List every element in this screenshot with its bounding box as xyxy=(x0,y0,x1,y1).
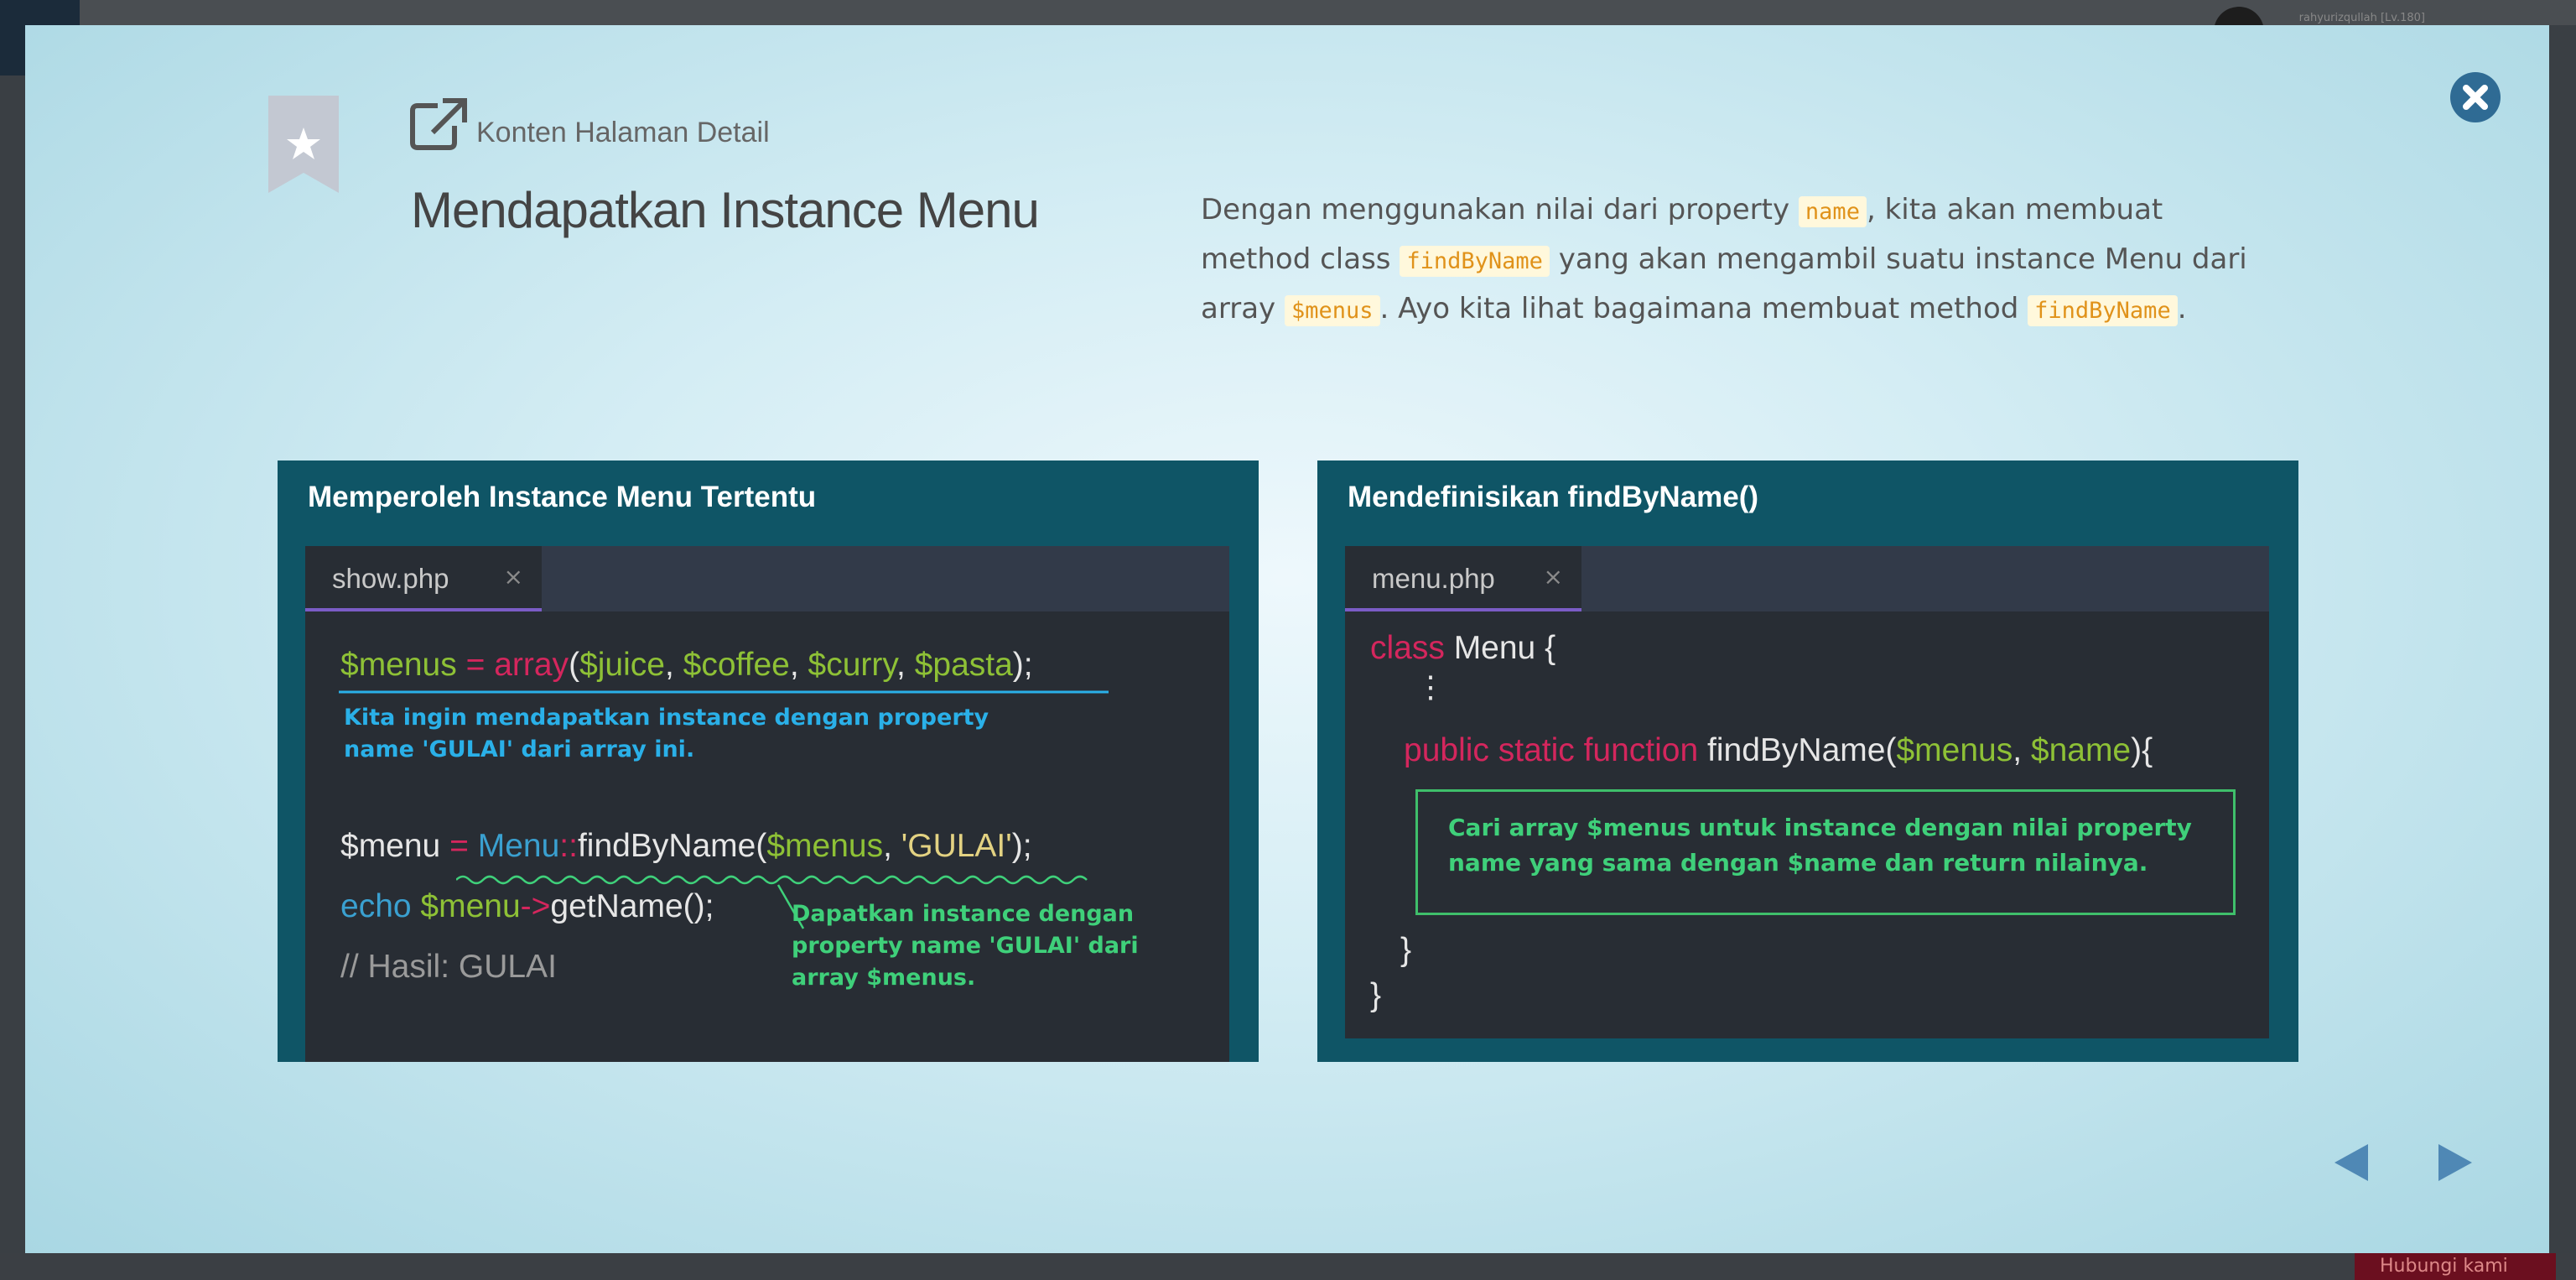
code-line-close-class: } xyxy=(1370,977,1382,1013)
background-bottom-bar xyxy=(0,1253,2576,1280)
code-editor-right: menu.php × class Menu { ⋮ public static … xyxy=(1345,546,2269,1038)
desc-text-4: . Ayo kita lihat bagaimana membuat metho… xyxy=(1379,292,2028,325)
slide-panel-left: Memperoleh Instance Menu Tertentu show.p… xyxy=(278,460,1259,1062)
code-name: name xyxy=(1798,196,1867,227)
code-findbyname-2: findByName xyxy=(2028,295,2178,326)
code-line-echo: echo $menu->getName(); xyxy=(340,888,714,924)
close-icon xyxy=(2463,85,2488,110)
code-findbyname: findByName xyxy=(1400,246,1550,277)
array-underline xyxy=(339,690,1109,694)
panel-right-title: Mendefinisikan findByName() xyxy=(1348,481,1759,513)
note-findbyname: Dapatkan instance dengan property name '… xyxy=(792,901,1139,991)
code-editor-left: show.php × $menus = array($juice, $coffe… xyxy=(305,546,1229,1062)
note-box: Cari array $menus untuk instance dengan … xyxy=(1415,789,2236,915)
bookmark-star-icon[interactable] xyxy=(268,96,339,193)
description: Dengan menggunakan nilai dari property n… xyxy=(1201,186,2266,335)
kicker-label: Konten Halaman Detail xyxy=(476,117,770,148)
tab-menu-php: menu.php × xyxy=(1345,546,1581,611)
note-findbyname-logic: Cari array $menus untuk instance dengan … xyxy=(1448,814,2192,877)
tab-close-icon: × xyxy=(503,563,523,591)
editor-tabbar: show.php × xyxy=(305,546,1229,611)
code-line-function: public static function findByName($menus… xyxy=(1404,732,2153,768)
editor-tabbar: menu.php × xyxy=(1345,546,2269,611)
tab-label: menu.php xyxy=(1372,563,1495,594)
panel-left-title: Memperoleh Instance Menu Tertentu xyxy=(308,481,817,513)
slide-panel-right: Mendefinisikan findByName() menu.php × c… xyxy=(1317,460,2298,1062)
tab-show-php: show.php × xyxy=(305,546,542,611)
code-ellipsis: ⋮ xyxy=(1415,669,1446,704)
desc-text-5: . xyxy=(2177,292,2187,325)
next-arrow-icon[interactable] xyxy=(2428,1137,2479,1188)
tab-label: show.php xyxy=(332,563,449,594)
external-link-icon[interactable] xyxy=(409,97,468,151)
background-user-label[interactable]: rahyurizqullah [Lv.180] xyxy=(2299,12,2425,24)
background-topbar xyxy=(0,0,2576,25)
prev-arrow-icon[interactable] xyxy=(2328,1137,2378,1188)
tab-close-icon: × xyxy=(1543,563,1563,591)
page-title: Mendapatkan Instance Menu xyxy=(411,182,1040,238)
code-line-class: class Menu { xyxy=(1370,630,1556,666)
kicker: Konten Halaman Detail xyxy=(409,92,770,151)
code-line-findbyname: $menu = Menu::findByName($menus, 'GULAI'… xyxy=(340,828,1032,864)
code-line-array: $menus = array($juice, $coffee, $curry, … xyxy=(340,647,1033,683)
help-button[interactable]: Hubungi kami xyxy=(2355,1253,2556,1280)
close-button[interactable] xyxy=(2450,72,2501,122)
code-line-comment: // Hasil: GULAI xyxy=(340,949,557,985)
note-array: Kita ingin mendapatkan instance dengan p… xyxy=(344,705,989,762)
slide-modal: Konten Halaman Detail Mendapatkan Instan… xyxy=(25,25,2549,1253)
code-line-close-fn: } xyxy=(1400,932,1412,968)
code-menus: $menus xyxy=(1284,295,1380,326)
desc-text-1: Dengan menggunakan nilai dari property xyxy=(1201,193,1799,226)
